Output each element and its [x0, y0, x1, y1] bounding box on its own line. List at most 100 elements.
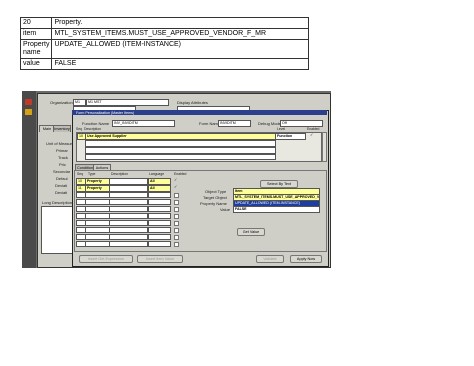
rule-row-empty[interactable]	[85, 147, 276, 154]
action-row-empty-cell[interactable]	[148, 241, 171, 247]
rule-level[interactable]: Function	[275, 133, 306, 140]
action-row-empty-cell[interactable]	[148, 234, 171, 240]
organization-label: Organization	[50, 100, 73, 105]
action-row-empty-cell[interactable]	[109, 192, 148, 198]
action-description[interactable]	[109, 185, 148, 192]
rules-header-level: Level	[277, 127, 286, 131]
action-enabled-checkbox[interactable]	[174, 220, 179, 226]
action-row-empty-cell[interactable]	[148, 206, 171, 212]
action-row-empty-cell[interactable]	[109, 206, 148, 212]
action-row-empty-cell[interactable]	[148, 213, 171, 219]
action-row-empty-cell[interactable]	[109, 220, 148, 226]
rule-description[interactable]: Use Approved Supplier	[85, 133, 276, 140]
insert-item-value-button[interactable]: Insert Item Value	[137, 255, 183, 263]
rule-row-empty[interactable]	[85, 140, 276, 147]
action-enabled-checkbox[interactable]	[174, 199, 179, 205]
actions-header-description: Description	[111, 172, 128, 176]
actions-header-seq: Seq	[77, 172, 84, 176]
personalization-title: Form Personalization (Master Items)	[76, 110, 135, 115]
action-row-empty-cell[interactable]	[109, 213, 148, 219]
validate-button[interactable]: Validate	[256, 255, 284, 263]
action-row-empty-cell[interactable]	[85, 199, 110, 205]
action-enabled-checkbox[interactable]	[174, 213, 179, 219]
info-row: 20 Property.	[19, 17, 309, 29]
target-object-label: Target Object	[203, 195, 227, 200]
apply-now-button[interactable]: Apply Now	[290, 255, 322, 263]
action-row-empty-cell[interactable]	[85, 241, 110, 247]
info-key: 20	[19, 17, 53, 29]
debug-mode-select[interactable]: Off	[280, 120, 323, 127]
action-row-empty-cell[interactable]	[85, 227, 110, 233]
object-type-label: Object Type	[205, 189, 227, 194]
info-key: Property name	[19, 39, 53, 59]
left-label: Pric	[59, 162, 66, 167]
rules-header-enabled: Enabled	[307, 127, 320, 131]
info-key: value	[19, 58, 53, 70]
info-row: Property name UPDATE_ALLOWED (ITEM-INSTAN…	[19, 39, 309, 59]
left-label: Defaul	[56, 176, 68, 181]
form-name-label: Form Name	[199, 121, 221, 126]
action-row-empty-cell[interactable]	[109, 234, 148, 240]
rule-row-empty[interactable]	[85, 154, 276, 160]
info-table: 20 Property. item MTL_SYSTEM_ITEMS.MUST_US…	[19, 17, 309, 70]
oracle-forms-screenshot: Organization M1 M1 MST Display Attribute…	[22, 91, 331, 268]
action-row-empty-cell[interactable]	[109, 241, 148, 247]
action-row-empty-cell[interactable]	[109, 199, 148, 205]
action-row-empty-cell[interactable]	[148, 199, 171, 205]
long-description-label: Long Description	[42, 200, 73, 205]
info-key: item	[19, 28, 53, 40]
action-type[interactable]: Property	[85, 178, 110, 185]
info-value: UPDATE_ALLOWED (ITEM-INSTANCE)	[51, 39, 309, 59]
toolbar-icon[interactable]	[25, 99, 32, 105]
info-value: FALSE	[51, 58, 309, 70]
display-attributes-label: Display Attributes	[177, 100, 208, 105]
action-row-empty-cell[interactable]	[148, 192, 171, 198]
action-row-empty-cell[interactable]	[109, 227, 148, 233]
action-row-empty-cell[interactable]	[85, 192, 110, 198]
insert-get-expression-button[interactable]: Insert Get Expression	[79, 255, 133, 263]
function-name-field[interactable]: INV_INVIDITM	[112, 120, 175, 127]
info-value: MTL_SYSTEM_ITEMS.MUST_USE_APPROVED_VENDO…	[51, 28, 309, 40]
rules-scrollbar[interactable]	[322, 132, 327, 162]
action-row-empty-cell[interactable]	[85, 234, 110, 240]
rules-header-description: Description	[84, 127, 101, 131]
action-language[interactable]: All	[148, 178, 171, 185]
actions-header-language: Language	[149, 172, 165, 176]
left-label: Primar	[56, 148, 68, 153]
action-type[interactable]: Property	[85, 185, 110, 192]
value-label: Value	[220, 207, 230, 212]
info-value: Property.	[51, 17, 309, 29]
action-enabled[interactable]: ✓	[174, 184, 177, 189]
form-name-field[interactable]: INVIDITM	[218, 120, 251, 127]
get-value-button[interactable]: Get Value	[237, 228, 265, 236]
action-language[interactable]: All	[148, 185, 171, 192]
left-label: Deviati	[55, 190, 68, 195]
rule-enabled[interactable]: ✓	[310, 132, 313, 137]
action-row-empty-cell[interactable]	[148, 227, 171, 233]
action-row-empty-cell[interactable]	[85, 220, 110, 226]
value-field[interactable]: FALSE	[233, 206, 320, 213]
organization-code-field[interactable]: M1	[73, 99, 86, 106]
toolbar-strip	[22, 91, 36, 268]
function-name-label: Function Name	[82, 121, 110, 126]
rules-header-seq: Seq	[76, 127, 83, 131]
action-enabled-checkbox[interactable]	[174, 234, 179, 240]
action-row-empty-cell[interactable]	[85, 206, 110, 212]
action-row-empty-cell[interactable]	[148, 220, 171, 226]
left-label: Secondar	[53, 169, 71, 174]
action-enabled-checkbox[interactable]	[174, 241, 179, 247]
organization-name-field[interactable]: M1 MST	[86, 99, 169, 106]
actions-header-type: Type	[88, 172, 96, 176]
action-description[interactable]	[109, 178, 148, 185]
action-row-empty-cell[interactable]	[85, 213, 110, 219]
toolbar-icon[interactable]	[25, 109, 32, 115]
left-label: Deviati	[55, 183, 68, 188]
action-enabled-checkbox[interactable]	[174, 206, 179, 212]
select-by-text-button[interactable]: Select By Text	[260, 180, 298, 188]
action-enabled-checkbox[interactable]	[174, 227, 179, 233]
tab-inventory[interactable]: Inventory	[53, 125, 71, 132]
left-label: Track	[58, 155, 68, 160]
action-enabled-checkbox[interactable]	[174, 192, 179, 198]
action-enabled[interactable]: ✓	[174, 177, 177, 182]
actions-header-enabled: Enabled	[174, 172, 187, 176]
